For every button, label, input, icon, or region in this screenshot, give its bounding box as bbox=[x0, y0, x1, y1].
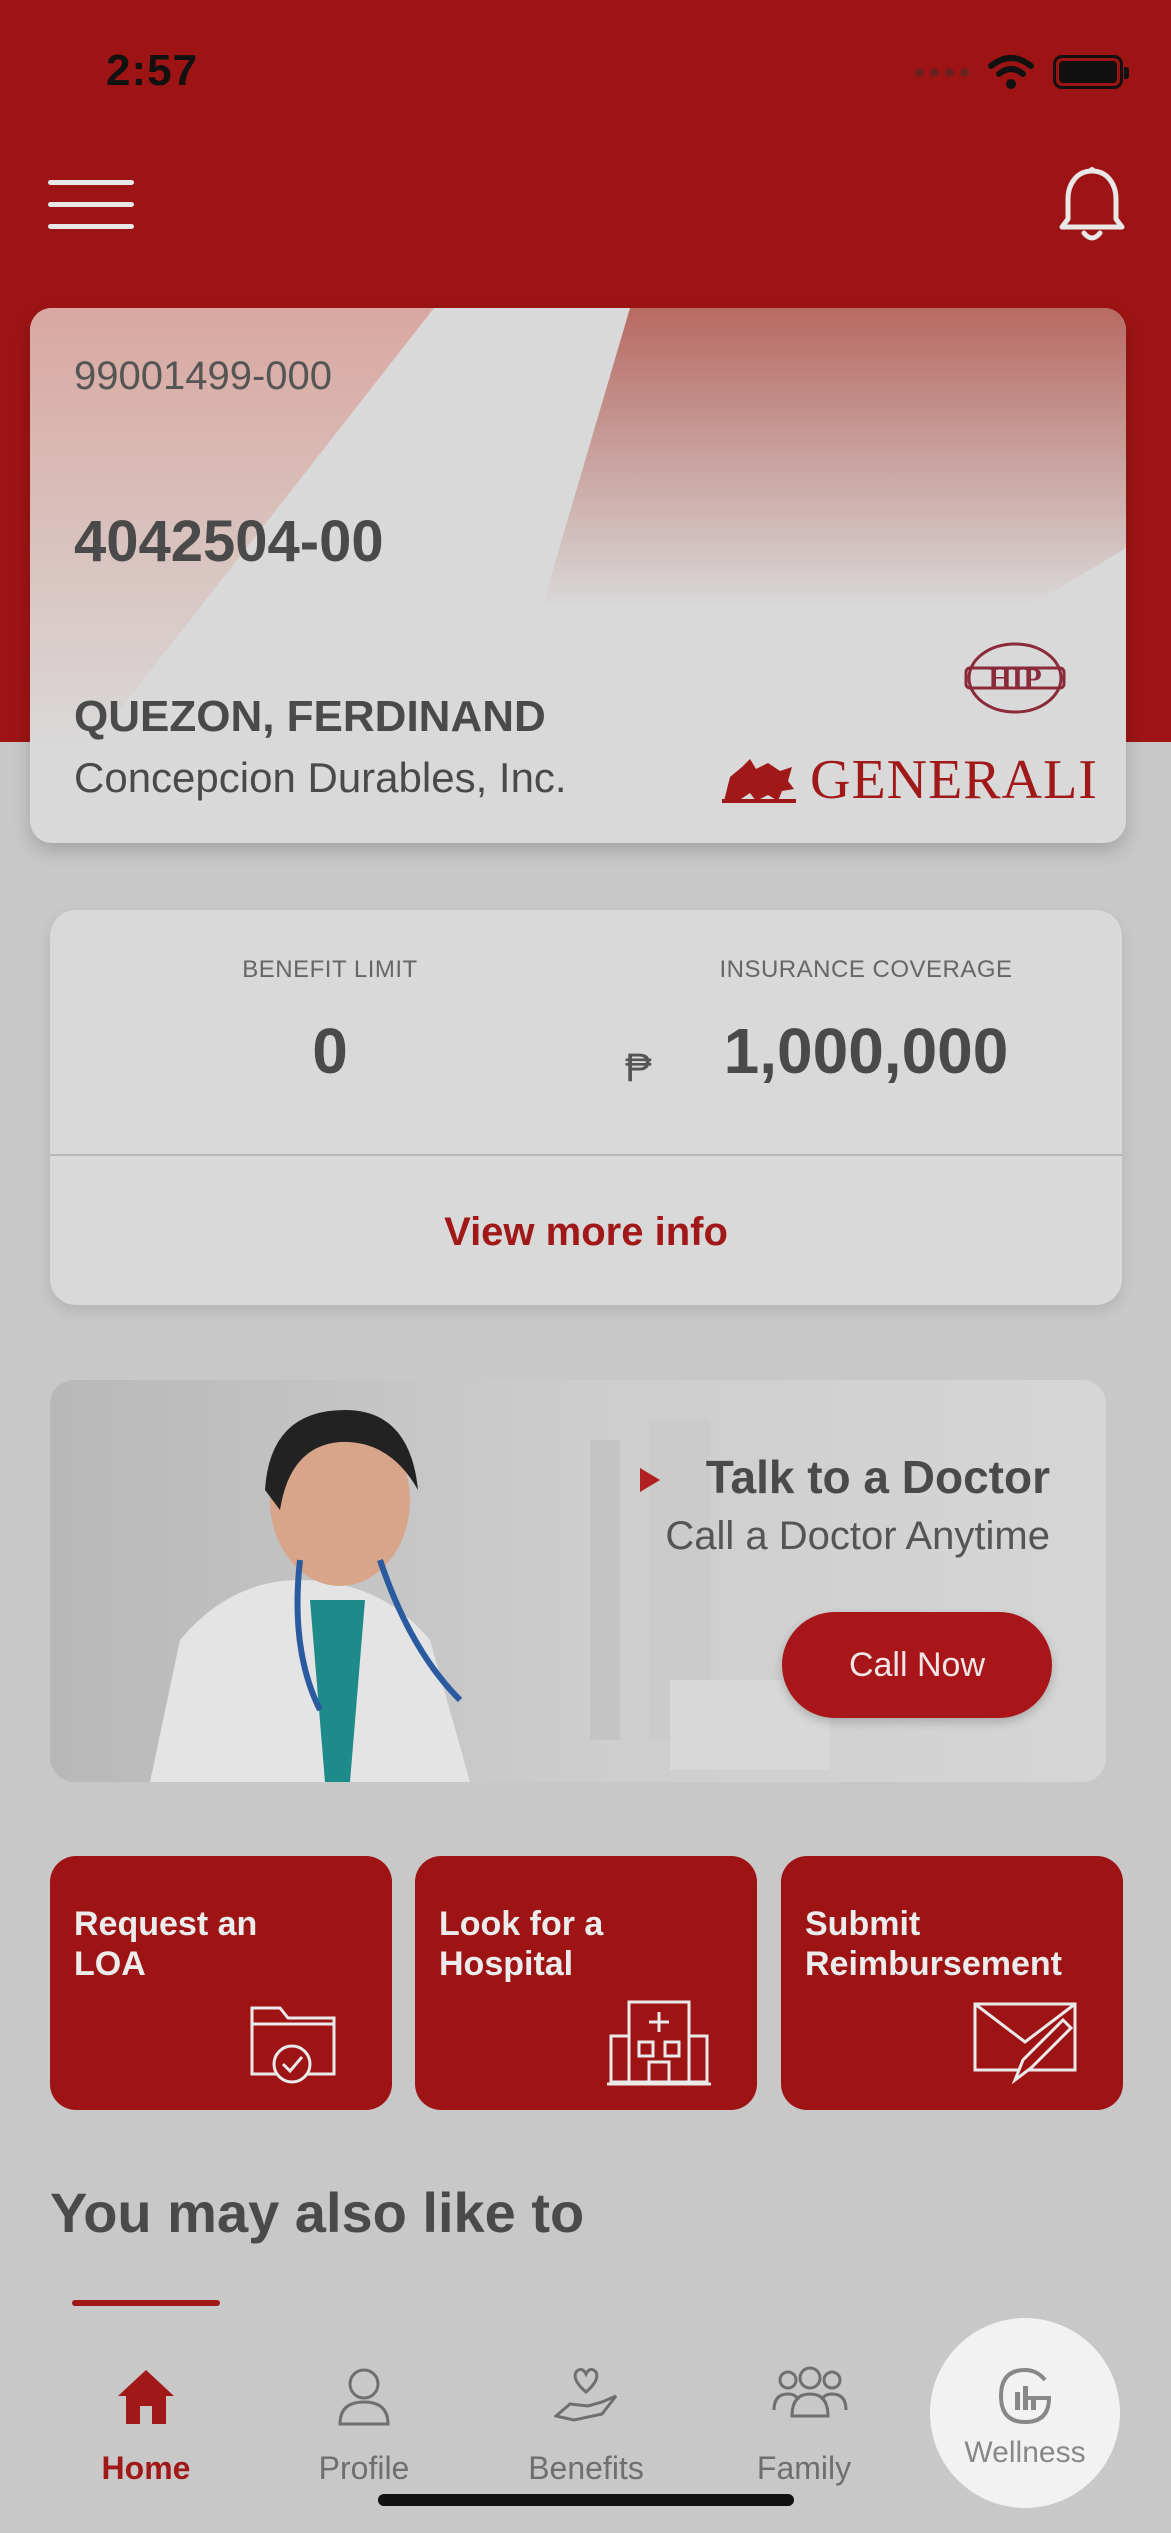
request-loa-line1: Request an bbox=[74, 1905, 258, 1943]
tab-wellness-label: Wellness bbox=[964, 2436, 1086, 2469]
member-name: QUEZON, FERDINAND bbox=[74, 692, 546, 741]
carousel-indicator bbox=[72, 2300, 220, 2306]
insurance-coverage: INSURANCE COVERAGE 1,000,000 bbox=[610, 956, 1122, 1088]
signal-icon bbox=[915, 67, 969, 77]
tab-home[interactable]: Home bbox=[46, 2366, 246, 2496]
bell-icon[interactable] bbox=[1056, 165, 1128, 247]
request-loa-label: Request an LOA bbox=[74, 1904, 257, 1984]
policy-number: 99001499-000 bbox=[74, 354, 333, 398]
member-card[interactable]: 99001499-000 4042504-00 QUEZON, FERDINAN… bbox=[30, 308, 1126, 843]
member-number: 4042504-00 bbox=[74, 509, 384, 574]
divider bbox=[50, 1154, 1122, 1156]
tab-benefits-label: Benefits bbox=[528, 2450, 644, 2486]
menu-button[interactable] bbox=[48, 180, 134, 232]
generali-logo: GENERALI bbox=[720, 748, 1098, 812]
tab-wellness[interactable]: Wellness bbox=[930, 2318, 1120, 2508]
tab-benefits[interactable]: Benefits bbox=[486, 2366, 686, 2496]
tab-family-label: Family bbox=[756, 2450, 852, 2486]
section-heading: You may also like to bbox=[50, 2181, 585, 2244]
envelope-pen-icon bbox=[973, 2002, 1077, 2085]
wellness-icon bbox=[998, 2367, 1052, 2425]
view-more-info-link[interactable]: View more info bbox=[50, 1210, 1122, 1255]
submit-reimbursement-tile[interactable]: Submit Reimbursement bbox=[781, 1856, 1123, 2110]
heart-hand-icon bbox=[554, 2367, 618, 2422]
find-hospital-label: Look for a Hospital bbox=[439, 1904, 603, 1984]
status-time: 2:57 bbox=[106, 46, 199, 95]
request-loa-tile[interactable]: Request an LOA bbox=[50, 1856, 392, 2110]
benefit-limit: BENEFIT LIMIT 0 bbox=[50, 956, 610, 1088]
home-indicator[interactable] bbox=[378, 2494, 794, 2506]
hip-logo: HIP bbox=[964, 642, 1066, 714]
submit-reimbursement-line2: Reimbursement bbox=[805, 1945, 1062, 1983]
company-name: Concepcion Durables, Inc. bbox=[74, 754, 567, 801]
wifi-icon bbox=[988, 55, 1034, 89]
talk-to-doctor-banner[interactable]: Talk to a Doctor Call a Doctor Anytime C… bbox=[50, 1380, 1106, 1782]
status-indicators bbox=[915, 54, 1129, 90]
doctor-banner-title: Talk to a Doctor bbox=[705, 1451, 1050, 1503]
folder-check-icon bbox=[250, 2006, 336, 2084]
family-icon bbox=[772, 2366, 848, 2418]
hospital-icon bbox=[607, 2000, 711, 2086]
doctor-photo bbox=[50, 1380, 1106, 1782]
user-icon bbox=[338, 2368, 390, 2426]
tab-home-label: Home bbox=[101, 2450, 191, 2486]
tab-family[interactable]: Family bbox=[704, 2366, 904, 2496]
submit-reimbursement-line1: Submit bbox=[805, 1905, 921, 1943]
find-hospital-line1: Look for a bbox=[439, 1905, 604, 1943]
battery-icon bbox=[1053, 55, 1129, 89]
insurance-coverage-label: INSURANCE COVERAGE bbox=[719, 956, 1013, 983]
find-hospital-tile[interactable]: Look for a Hospital bbox=[415, 1856, 757, 2110]
status-bar: 2:57 bbox=[0, 0, 1171, 150]
generali-wordmark: GENERALI bbox=[810, 749, 1098, 811]
submit-reimbursement-label: Submit Reimbursement bbox=[805, 1904, 1062, 1984]
tab-profile-label: Profile bbox=[318, 2450, 410, 2486]
request-loa-line2: LOA bbox=[74, 1945, 146, 1983]
benefit-summary-card: BENEFIT LIMIT 0 ₱ INSURANCE COVERAGE 1,0… bbox=[50, 910, 1122, 1305]
benefit-limit-value: 0 bbox=[312, 1015, 348, 1087]
doctor-banner-subtitle: Call a Doctor Anytime bbox=[665, 1514, 1050, 1558]
call-now-button[interactable]: Call Now bbox=[782, 1612, 1052, 1718]
insurance-coverage-value: 1,000,000 bbox=[723, 1015, 1009, 1087]
home-icon bbox=[118, 2370, 174, 2424]
benefit-limit-label: BENEFIT LIMIT bbox=[242, 956, 418, 983]
hip-logo-text: HIP bbox=[988, 662, 1041, 695]
lion-icon bbox=[722, 759, 796, 803]
tab-profile[interactable]: Profile bbox=[264, 2366, 464, 2496]
find-hospital-line2: Hospital bbox=[439, 1945, 574, 1983]
